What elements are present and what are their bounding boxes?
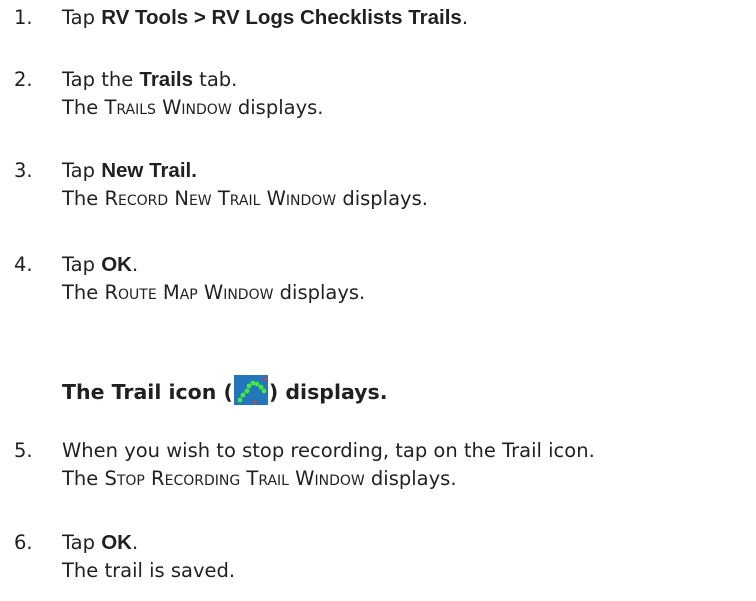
menu-path: RV Tools > RV Logs Checklists Trails [101, 6, 462, 29]
step-instruction: Tap OK. [62, 251, 756, 279]
step-instruction: Tap RV Tools > RV Logs Checklists Trails… [62, 4, 756, 32]
step-instruction: Tap New Trail. [62, 157, 756, 185]
window-name: Stop Recording Trail Window [104, 467, 365, 490]
step-result: The Route Map Window displays. [62, 279, 756, 307]
step-number: 5. [14, 439, 33, 462]
step-instruction: When you wish to stop recording, tap on … [62, 439, 595, 462]
instruction-text: . [461, 6, 469, 29]
step-result: The Stop Recording Trail Window displays… [62, 465, 756, 493]
instruction-text: . [131, 531, 139, 554]
instruction-text: Tap [62, 531, 102, 554]
step-number: 2. [14, 68, 33, 91]
instruction-text: Tap the [62, 68, 140, 91]
result-text: displays. [364, 467, 457, 490]
step-number: 1. [14, 6, 33, 29]
instruction-text: Tap [62, 253, 102, 276]
note-text: ) displays. [268, 380, 388, 404]
step-result: The Record New Trail Window displays. [62, 185, 756, 213]
instruction-text: tab. [192, 68, 238, 91]
window-name: Route Map Window [104, 281, 274, 304]
instruction-document: 1. Tap RV Tools > RV Logs Checklists Tra… [0, 0, 756, 601]
button-name: New Trail. [101, 159, 197, 182]
step-number: 6. [14, 531, 33, 554]
step-result: The Trails Window displays. [62, 94, 756, 122]
trail-icon-graphic [233, 375, 268, 405]
button-name: OK [101, 253, 132, 276]
step-number: 3. [14, 159, 33, 182]
instruction-text: . [131, 253, 139, 276]
step-instruction: Tap the Trails tab. [62, 66, 756, 94]
result-text: The [62, 96, 105, 119]
trail-icon [233, 375, 268, 405]
instruction-text: Tap [62, 6, 102, 29]
step-instruction: Tap OK. [62, 529, 756, 557]
step-number: 4. [14, 253, 33, 276]
result-text: displays. [231, 96, 324, 119]
result-text: The [62, 467, 105, 490]
window-name: Trails Window [104, 96, 232, 119]
result-text: displays. [336, 187, 428, 210]
result-text: The [62, 281, 105, 304]
note-text: The Trail icon ( [62, 380, 233, 404]
result-text: The [62, 187, 105, 210]
instruction-text: Tap [62, 159, 102, 182]
button-name: OK [101, 531, 132, 554]
tab-name: Trails [139, 68, 193, 91]
step-result: The trail is saved. [62, 559, 236, 582]
trail-icon-note: The Trail icon ( ) displays. [62, 374, 388, 410]
window-name: Record New Trail Window [104, 187, 337, 210]
result-text: displays. [273, 281, 366, 304]
